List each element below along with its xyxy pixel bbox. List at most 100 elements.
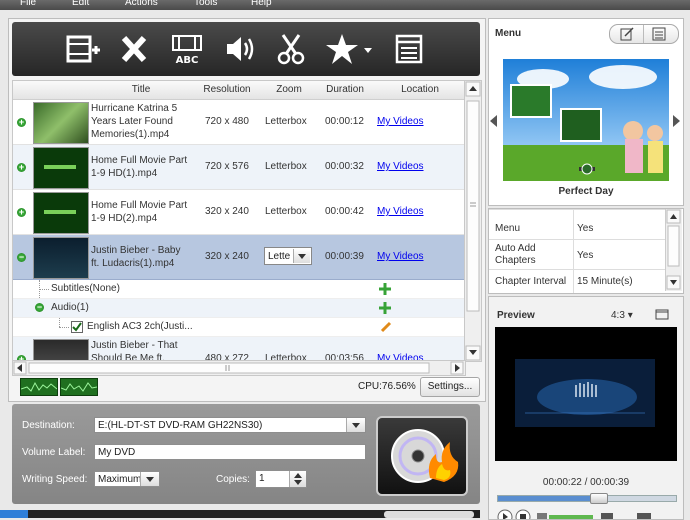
table-row[interactable]: + Justin Bieber - That Should Be Me ft. … — [13, 337, 465, 361]
row-location-link[interactable]: My Videos — [377, 251, 424, 262]
chevron-down-icon[interactable] — [140, 472, 159, 486]
chevron-down-icon[interactable] — [346, 418, 365, 432]
seek-thumb[interactable] — [589, 493, 608, 504]
disc-burn-icon — [391, 429, 459, 483]
prop-auto-add-label: Auto Add — [495, 243, 536, 254]
menu-edit[interactable]: Edit — [72, 0, 89, 8]
writing-speed-value: Maximum — [98, 474, 142, 485]
menu-actions[interactable]: Actions — [125, 0, 158, 8]
burn-settings-panel: Destination: E:(HL-DT-ST DVD-RAM GH22NS3… — [12, 404, 480, 504]
volume-label-input[interactable]: My DVD — [94, 444, 366, 460]
next-template-icon[interactable] — [671, 115, 681, 127]
row-zoom[interactable]: Letterbox — [265, 206, 307, 217]
row-resolution: 320 x 240 — [205, 206, 249, 217]
menu-tools-group — [609, 24, 679, 44]
copies-stepper[interactable]: 1 — [255, 470, 307, 488]
row-title-line1: Hurricane Katrina 5 — [91, 103, 178, 114]
prop-auto-add-label-2: Chapters — [495, 255, 536, 266]
table-row[interactable]: + Home Full Movie Part 1-9 HD(1).mp4 720… — [13, 145, 465, 190]
status-bar: CPU:76.56% Settings... — [12, 376, 480, 398]
detach-preview-icon[interactable] — [655, 308, 669, 320]
row-location-link[interactable]: My Videos — [377, 116, 424, 127]
scissors-icon — [277, 34, 305, 65]
header-title[interactable]: Title — [91, 81, 192, 100]
chevron-down-icon[interactable] — [293, 249, 310, 263]
collapse-icon[interactable]: − — [35, 303, 44, 312]
menu-panel-title: Menu — [495, 28, 522, 39]
header-resolution[interactable]: Resolution — [191, 81, 264, 100]
prop-menu-value[interactable]: Yes — [577, 223, 593, 234]
row-location-link[interactable]: My Videos — [377, 206, 424, 217]
menu-list-icon[interactable] — [652, 27, 666, 41]
rename-button[interactable]: ABC — [167, 30, 207, 68]
collapse-icon[interactable]: − — [17, 253, 26, 262]
file-list-table: Title Resolution Zoom Duration Location … — [12, 80, 466, 362]
pencil-edit-icon[interactable] — [380, 321, 392, 333]
effect-button[interactable] — [324, 30, 376, 68]
capacity-label-area — [384, 511, 474, 518]
menu-file[interactable]: File — [20, 0, 36, 8]
expand-icon[interactable]: + — [17, 208, 26, 217]
audio-label: Audio(1) — [51, 302, 89, 313]
burn-button[interactable] — [376, 416, 468, 496]
row-duration: 00:00:42 — [325, 206, 364, 217]
remove-button[interactable] — [114, 30, 154, 68]
add-audio-icon[interactable] — [379, 302, 391, 314]
copies-label: Copies: — [216, 474, 250, 485]
stepper-arrows-icon[interactable] — [289, 471, 306, 487]
list-icon — [395, 34, 423, 64]
edit-menu-icon[interactable] — [620, 27, 634, 41]
table-vertical-scrollbar[interactable] — [464, 80, 482, 362]
menu-help[interactable]: Help — [251, 0, 272, 8]
menu-tools[interactable]: Tools — [194, 0, 217, 8]
settings-button[interactable]: Settings... — [420, 377, 480, 397]
list-button[interactable] — [389, 30, 429, 68]
cpu-usage: CPU:76.56% — [358, 381, 416, 392]
zoom-dropdown[interactable]: Lette — [264, 247, 312, 265]
header-zoom[interactable]: Zoom — [263, 81, 316, 100]
audio-track-label: English AC3 2ch(Justi... — [87, 321, 193, 332]
row-zoom[interactable]: Letterbox — [265, 161, 307, 172]
audio-button[interactable] — [219, 30, 259, 68]
writing-speed-dropdown[interactable]: Maximum — [94, 471, 160, 487]
prop-auto-add-value[interactable]: Yes — [577, 250, 593, 261]
video-thumbnail — [33, 102, 89, 144]
table-horizontal-scrollbar[interactable] — [12, 360, 466, 376]
expand-icon[interactable]: + — [17, 163, 26, 172]
video-thumbnail — [33, 339, 89, 361]
preview-panel: Preview 4:3 ▾ 00:00:22 / 00:00:39 — [488, 296, 684, 520]
header-duration[interactable]: Duration — [315, 81, 376, 100]
audio-track-node[interactable]: English AC3 2ch(Justi... — [13, 318, 465, 337]
row-zoom[interactable]: Letterbox — [265, 116, 307, 127]
previous-template-icon[interactable] — [489, 115, 499, 127]
preview-seek-bar[interactable] — [497, 493, 677, 504]
preview-video[interactable] — [495, 327, 677, 461]
table-row[interactable]: + Hurricane Katrina 5 Years Later Found … — [13, 100, 465, 145]
prop-chapter-interval-value[interactable]: 15 Minute(s) — [577, 276, 633, 287]
copies-value: 1 — [259, 473, 265, 484]
expand-icon[interactable]: + — [17, 118, 26, 127]
trim-button[interactable] — [271, 30, 311, 68]
table-row-selected[interactable]: − Justin Bieber - Baby ft. Ludacris(1).m… — [13, 235, 465, 280]
menu-properties-panel: Menu Yes Auto Add Chapters Yes Chapter I… — [488, 208, 684, 294]
toolbar: ABC — [12, 22, 480, 76]
prop-chapter-interval-label: Chapter Interval — [495, 276, 567, 287]
subtitles-node[interactable]: Subtitles(None) — [13, 280, 465, 299]
video-thumbnail — [33, 192, 89, 234]
row-title-line1: Justin Bieber - Baby — [91, 245, 181, 256]
table-row[interactable]: + Home Full Movie Part 1-9 HD(2).mp4 320… — [13, 190, 465, 235]
capacity-used — [0, 510, 28, 518]
aspect-ratio-dropdown[interactable]: 4:3 ▾ — [611, 310, 633, 321]
row-location-link[interactable]: My Videos — [377, 161, 424, 172]
destination-dropdown[interactable]: E:(HL-DT-ST DVD-RAM GH22NS30) — [94, 417, 366, 433]
audio-node[interactable]: − Audio(1) — [13, 299, 465, 318]
add-file-button[interactable] — [62, 30, 102, 68]
header-location[interactable]: Location — [375, 81, 465, 100]
row-duration: 00:00:12 — [325, 116, 364, 127]
seek-progress — [498, 496, 598, 501]
audio-track-checkbox[interactable] — [71, 321, 83, 333]
destination-value: E:(HL-DT-ST DVD-RAM GH22NS30) — [98, 420, 263, 431]
menu-template-preview[interactable] — [503, 59, 669, 181]
add-subtitle-icon[interactable] — [379, 283, 391, 295]
props-scrollbar[interactable] — [665, 209, 682, 291]
